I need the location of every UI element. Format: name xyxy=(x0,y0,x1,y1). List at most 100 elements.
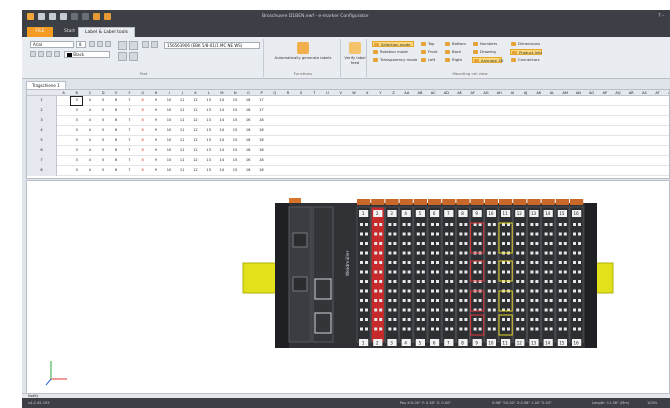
rail-3d-canvas[interactable]: Weidmüller112233445566778899101011111212… xyxy=(27,181,670,398)
table-cell[interactable]: 13 xyxy=(202,146,215,156)
table-cell[interactable]: 11 xyxy=(176,96,189,106)
settings-icon[interactable] xyxy=(93,13,100,20)
grow-font-icon[interactable] xyxy=(89,41,95,47)
table-cell[interactable]: 6 xyxy=(110,166,123,176)
table-cell[interactable]: 8 xyxy=(136,146,149,156)
terminal-slot[interactable] xyxy=(541,206,556,343)
terminal-slot[interactable] xyxy=(370,206,385,343)
table-cell[interactable]: 18 xyxy=(255,146,268,156)
table-row[interactable]: 1 3 4 5 6 7 8 9 10 11 12 13 14 15 16 17 xyxy=(27,96,669,106)
table-cell[interactable]: 15 xyxy=(228,156,241,166)
table-cell[interactable]: 16 xyxy=(242,156,255,166)
table-cell[interactable]: 18 xyxy=(255,136,268,146)
table-cell[interactable]: 15 xyxy=(228,126,241,136)
table-cell[interactable]: 13 xyxy=(202,96,215,106)
redo-icon[interactable] xyxy=(82,13,89,20)
table-cell[interactable]: 15 xyxy=(228,106,241,116)
table-cell[interactable]: 5 xyxy=(96,136,109,146)
table-cell[interactable]: 6 xyxy=(110,96,123,106)
table-cell[interactable]: 12 xyxy=(189,166,202,176)
table-cell[interactable]: 7 xyxy=(123,166,136,176)
view-top-button[interactable]: Top xyxy=(420,41,434,47)
terminal-slot[interactable] xyxy=(413,206,428,343)
table-cell[interactable]: 8 xyxy=(136,116,149,126)
terminal-slot[interactable] xyxy=(441,206,456,343)
table-cell[interactable]: 18 xyxy=(255,116,268,126)
auto-label-button[interactable]: Automatically generate labels xyxy=(270,55,336,61)
table-row[interactable]: 7 3 4 5 6 7 8 9 10 11 12 13 14 15 16 18 xyxy=(27,156,669,166)
table-cell[interactable]: 7 xyxy=(123,116,136,126)
terminal-slot[interactable] xyxy=(384,206,400,343)
view-bottom-button[interactable]: Bottom xyxy=(444,41,466,47)
table-cell[interactable]: 4 xyxy=(83,146,96,156)
table-cell[interactable]: 12 xyxy=(189,96,202,106)
numbers-button[interactable]: Numbers xyxy=(472,41,497,47)
table-cell[interactable]: 5 xyxy=(96,106,109,116)
verify-button[interactable]: Verify label feed xyxy=(343,55,367,65)
table-cell[interactable]: 6 xyxy=(110,146,123,156)
table-cell[interactable]: 7 xyxy=(123,96,136,106)
table-cell[interactable]: 13 xyxy=(202,156,215,166)
marker-grid[interactable]: A B C D E F G H I J K L M N O P Q R S T U V W X Y Z AA AB AC AD AE AF AG… xyxy=(26,89,670,179)
article-select[interactable]: 156563906 (EBK 5/8-01/1 MC NE WS) xyxy=(164,42,260,49)
table-cell[interactable]: 12 xyxy=(189,126,202,136)
rotate-icon[interactable] xyxy=(142,41,149,48)
font-color-select[interactable]: Black xyxy=(64,51,110,58)
view-back-button[interactable]: Back xyxy=(444,49,461,55)
auto-label-icon[interactable] xyxy=(297,42,309,54)
open-icon[interactable] xyxy=(49,13,56,20)
table-cell[interactable]: 17 xyxy=(255,106,268,116)
table-cell[interactable]: 6 xyxy=(110,106,123,116)
terminal-slot[interactable] xyxy=(427,206,442,343)
table-cell[interactable]: 11 xyxy=(176,146,189,156)
table-cell[interactable]: 3 xyxy=(70,96,84,106)
bold-icon[interactable] xyxy=(30,51,36,57)
table-cell[interactable]: 13 xyxy=(202,166,215,176)
table-cell[interactable]: 12 xyxy=(189,106,202,116)
wrap-icon[interactable] xyxy=(151,41,158,48)
terminal-slot[interactable] xyxy=(569,206,584,343)
terminal-slot[interactable] xyxy=(498,206,513,343)
table-cell[interactable]: 7 xyxy=(123,156,136,166)
table-cell[interactable]: 11 xyxy=(176,106,189,116)
table-cell[interactable]: 10 xyxy=(162,136,175,146)
table-cell[interactable]: 16 xyxy=(242,96,255,106)
table-cell[interactable]: 9 xyxy=(149,116,162,126)
table-cell[interactable]: 9 xyxy=(149,136,162,146)
table-cell[interactable]: 8 xyxy=(136,96,149,106)
table-cell[interactable]: 6 xyxy=(110,116,123,126)
app-icon[interactable] xyxy=(27,13,34,20)
table-cell[interactable]: 13 xyxy=(202,106,215,116)
table-cell[interactable]: 16 xyxy=(242,106,255,116)
table-cell[interactable]: 14 xyxy=(215,96,228,106)
table-cell[interactable]: 14 xyxy=(215,146,228,156)
table-cell[interactable]: 11 xyxy=(176,126,189,136)
table-cell[interactable]: 10 xyxy=(162,166,175,176)
table-cell[interactable]: 3 xyxy=(70,106,83,116)
terminal-slot[interactable] xyxy=(470,206,485,343)
product-info-button[interactable]: Product info xyxy=(510,49,542,55)
table-cell[interactable]: 3 xyxy=(70,156,83,166)
table-cell[interactable]: 4 xyxy=(83,106,96,116)
terminal-slot[interactable] xyxy=(526,206,542,343)
table-cell[interactable]: 7 xyxy=(123,146,136,156)
table-cell[interactable]: 10 xyxy=(162,96,175,106)
terminal-slot[interactable] xyxy=(484,206,499,343)
table-cell[interactable]: 15 xyxy=(228,136,241,146)
table-cell[interactable]: 16 xyxy=(242,166,255,176)
terminal-slot[interactable] xyxy=(455,206,471,343)
table-row[interactable]: 5 3 4 5 6 7 8 9 10 11 12 13 14 15 16 18 xyxy=(27,136,669,146)
table-row[interactable]: 6 3 4 5 6 7 8 9 10 11 12 13 14 15 16 18 xyxy=(27,146,669,156)
rail-3d-view[interactable]: Weidmüller 1 1 2 2 3 3 4 4 5 5 6 6 7 7 8 8 9 9 10 10 11 11 12 12… xyxy=(26,180,670,398)
drawing-button[interactable]: Drawing xyxy=(472,49,496,55)
table-cell[interactable]: 10 xyxy=(162,146,175,156)
table-cell[interactable]: 8 xyxy=(136,106,149,116)
tab-file[interactable]: FILE xyxy=(27,27,53,37)
table-cell[interactable]: 5 xyxy=(96,166,109,176)
connectors-button[interactable]: Connectors xyxy=(510,57,540,63)
row-header[interactable]: 5 xyxy=(27,136,57,146)
table-cell[interactable]: 5 xyxy=(96,126,109,136)
table-cell[interactable]: 4 xyxy=(83,116,96,126)
table-cell[interactable]: 9 xyxy=(149,146,162,156)
row-header[interactable]: 7 xyxy=(27,156,57,166)
